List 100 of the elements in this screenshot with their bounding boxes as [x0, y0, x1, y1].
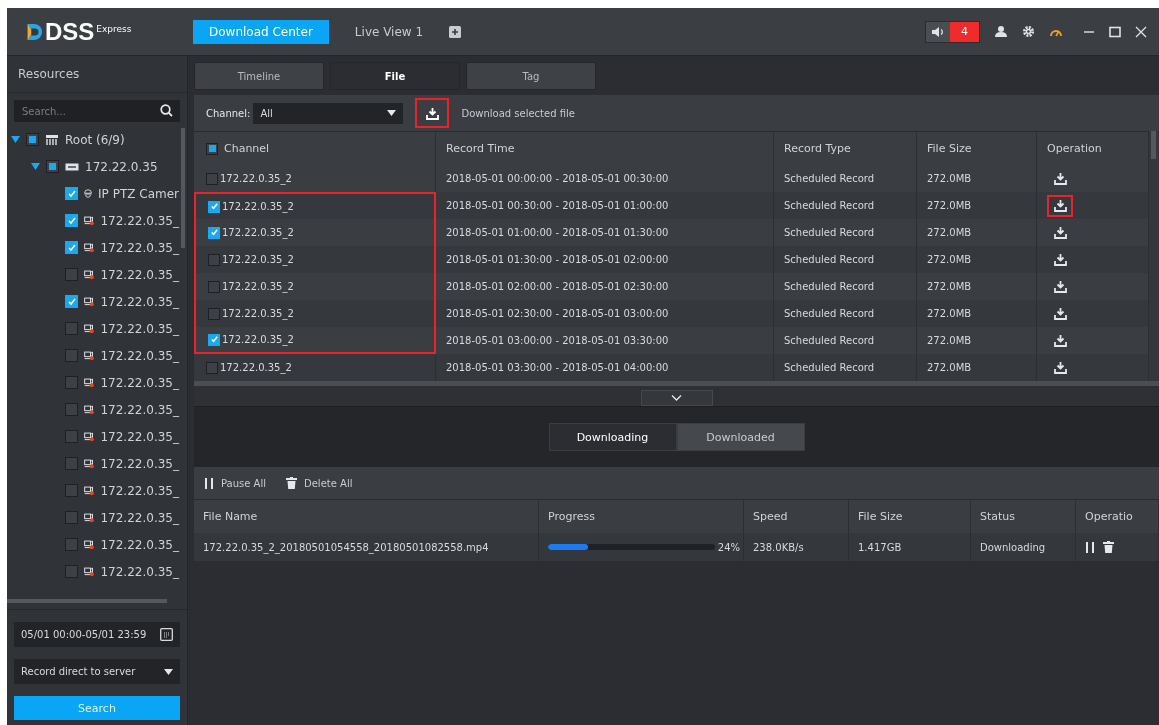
camera-offline-icon	[84, 429, 95, 444]
tree-item-label[interactable]: 172.22.0.35_	[100, 537, 179, 552]
search-icon[interactable]	[160, 104, 173, 117]
row-checkbox[interactable]	[208, 200, 220, 213]
checkbox[interactable]	[65, 484, 78, 497]
tree-item-label[interactable]: Root (6/9)	[65, 132, 125, 147]
delete-icon[interactable]	[1103, 541, 1114, 553]
user-icon[interactable]	[994, 25, 1008, 38]
view-tab[interactable]: File	[330, 62, 460, 90]
date-range-field[interactable]: 05/01 00:00-05/01 23:59	[14, 622, 180, 647]
view-tab[interactable]: Timeline	[194, 62, 324, 90]
add-tab-button[interactable]	[449, 25, 462, 38]
dome-camera-icon	[84, 187, 93, 200]
download-tab[interactable]: Downloading	[548, 423, 677, 451]
channel-cell: 172.22.0.35_2	[194, 165, 436, 192]
tree-item-label[interactable]: 172.22.0.35_	[100, 294, 179, 309]
expand-arrow-icon[interactable]	[11, 136, 20, 143]
calendar-icon[interactable]	[160, 628, 173, 641]
caret-icon	[387, 110, 397, 116]
download-selected-label[interactable]: Download selected file	[461, 107, 575, 119]
tree-item-label[interactable]: 172.22.0.35_	[100, 213, 179, 228]
row-checkbox[interactable]	[208, 226, 220, 239]
scrollbar[interactable]	[181, 128, 185, 248]
tree-item-label[interactable]: 172.22.0.35_	[100, 321, 179, 336]
checkbox[interactable]	[26, 133, 39, 146]
row-checkbox[interactable]	[206, 172, 218, 185]
tree-item-label[interactable]: 172.22.0.35_	[100, 375, 179, 390]
camera-offline-icon	[84, 294, 95, 309]
camera-offline-icon	[84, 564, 95, 579]
camera-offline-icon	[84, 267, 95, 282]
tree-item-label[interactable]: 172.22.0.35_	[100, 483, 179, 498]
checkbox[interactable]	[65, 241, 78, 254]
tree-item-label[interactable]: 172.22.0.35_	[100, 240, 179, 255]
table-cell: 272.0MB	[917, 354, 1037, 381]
camera-offline-icon	[84, 402, 95, 417]
table-cell: Scheduled Record	[774, 354, 917, 381]
trash-icon	[286, 477, 297, 489]
pause-icon[interactable]	[1085, 541, 1095, 553]
close-icon[interactable]	[1135, 25, 1147, 38]
select-all-checkbox[interactable]	[206, 142, 218, 155]
table-cell: 1.417GB	[849, 533, 971, 561]
checkbox[interactable]	[65, 457, 78, 470]
checkbox[interactable]	[65, 430, 78, 443]
pause-all-button[interactable]: Pause All	[204, 477, 266, 489]
speaker-icon	[931, 25, 945, 38]
checkbox[interactable]	[65, 349, 78, 362]
file-name-cell: 172.22.0.35_2_20180501054558_20180501082558.mp4	[194, 533, 539, 561]
tree-item-label[interactable]: 172.22.0.35_	[100, 348, 179, 363]
channel-dropdown[interactable]: All	[253, 102, 404, 124]
view-tab[interactable]: Tag	[466, 62, 596, 90]
tree-item-label[interactable]: 172.22.0.35_	[100, 510, 179, 525]
row-checkbox[interactable]	[208, 280, 220, 293]
camera-offline-icon	[84, 456, 95, 471]
checkbox[interactable]	[65, 214, 78, 227]
alarm-button[interactable]: 4	[925, 20, 980, 43]
tree-item-label[interactable]: 172.22.0.35	[85, 159, 158, 174]
checkbox[interactable]	[65, 511, 78, 524]
delete-all-button[interactable]: Delete All	[286, 477, 353, 489]
tree-item-label[interactable]: 172.22.0.35_	[100, 402, 179, 417]
camera-offline-icon	[84, 321, 95, 336]
progress-percent: 24%	[717, 541, 740, 553]
tree-item-label[interactable]: 172.22.0.35_	[100, 456, 179, 471]
device-icon	[65, 162, 79, 171]
tree-item-label[interactable]: 172.22.0.35_	[100, 429, 179, 444]
row-checkbox[interactable]	[208, 307, 220, 320]
sidebar-title: Resources	[7, 56, 187, 93]
logo-icon	[25, 21, 43, 42]
row-checkbox[interactable]	[208, 333, 220, 346]
pause-icon	[204, 477, 214, 489]
checkbox[interactable]	[65, 187, 78, 200]
top-tab[interactable]: Live View 1	[338, 19, 440, 44]
channel-label: Channel:	[206, 107, 251, 119]
checkbox[interactable]	[65, 295, 78, 308]
checkbox[interactable]	[65, 268, 78, 281]
checkbox[interactable]	[65, 538, 78, 551]
tree-item-label[interactable]: 172.22.0.35_	[100, 564, 179, 579]
checkbox[interactable]	[46, 160, 59, 173]
row-checkbox[interactable]	[208, 253, 220, 266]
checkbox[interactable]	[65, 403, 78, 416]
record-source-dropdown[interactable]: Record direct to server	[14, 659, 180, 684]
download-icon	[425, 106, 439, 120]
channel-cell: 172.22.0.35_2	[194, 354, 436, 381]
expand-arrow-icon[interactable]	[31, 163, 40, 170]
download-icon[interactable]	[1047, 194, 1073, 217]
download-button[interactable]	[415, 98, 450, 128]
download-tab[interactable]: Downloaded	[676, 423, 805, 451]
checkbox[interactable]	[65, 322, 78, 335]
checkbox[interactable]	[65, 376, 78, 389]
search-field[interactable]: Search...	[14, 100, 180, 122]
checkbox[interactable]	[65, 565, 78, 578]
scrollbar[interactable]	[1151, 131, 1156, 159]
scrollbar[interactable]	[7, 599, 167, 603]
row-checkbox[interactable]	[206, 361, 218, 374]
maximize-icon[interactable]	[1109, 25, 1121, 38]
camera-offline-icon	[84, 348, 95, 363]
camera-offline-icon	[84, 483, 95, 498]
tree-item-label[interactable]: IP PTZ Camer	[98, 186, 179, 201]
tree-item-label[interactable]: 172.22.0.35_	[100, 267, 179, 282]
app-logo: DSS$^{Express}$	[7, 17, 187, 46]
settings-icon[interactable]	[1022, 25, 1035, 38]
